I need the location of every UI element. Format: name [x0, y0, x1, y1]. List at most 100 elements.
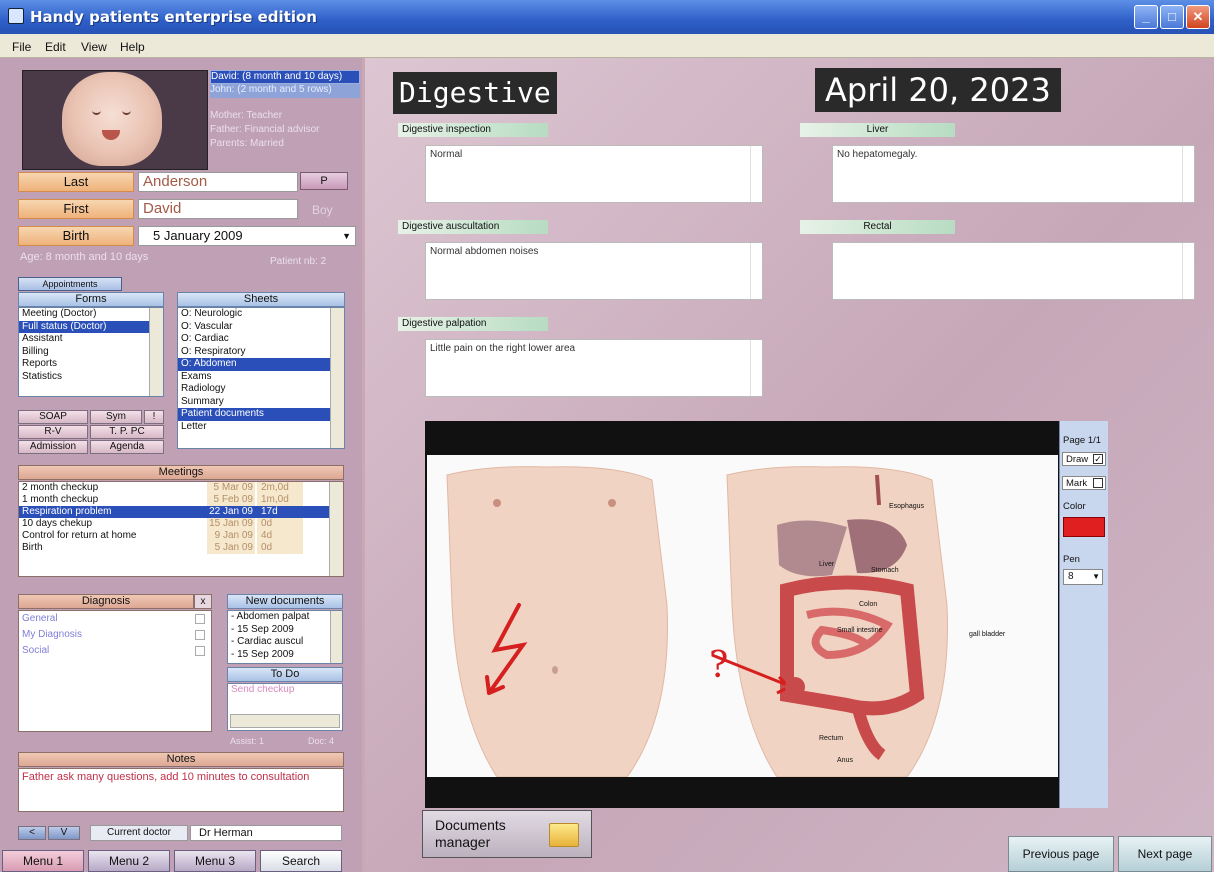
- maximize-icon[interactable]: □: [1160, 5, 1184, 29]
- meeting-row[interactable]: Control for return at home 9 Jan 09 4d: [19, 530, 343, 542]
- sheets-item[interactable]: Patient documents: [178, 408, 344, 421]
- sheets-item[interactable]: O: Respiratory: [178, 346, 344, 359]
- meeting-row[interactable]: Respiration problem 22 Jan 09 17d: [19, 506, 343, 518]
- meetings-list[interactable]: 2 month checkup 5 Mar 09 2m,0d 1 month che…: [18, 481, 344, 577]
- sheets-item[interactable]: Exams: [178, 371, 344, 384]
- mark-toggle[interactable]: Mark: [1062, 476, 1106, 490]
- new-documents-scrollbar[interactable]: [330, 611, 342, 663]
- title-bar: Handy patients enterprise edition _ □ ✕: [0, 0, 1214, 34]
- alert-button[interactable]: !: [144, 410, 164, 424]
- agenda-button[interactable]: Agenda: [90, 440, 164, 454]
- forms-item[interactable]: Billing: [19, 346, 163, 359]
- forms-item[interactable]: Statistics: [19, 371, 163, 384]
- new-document-item[interactable]: - Cardiac auscul: [228, 636, 342, 649]
- family-david[interactable]: David: (8 month and 10 days): [210, 70, 360, 84]
- menu-1-tab[interactable]: Menu 1: [2, 850, 84, 872]
- previous-page-button[interactable]: Previous page: [1008, 836, 1114, 872]
- next-page-button[interactable]: Next page: [1118, 836, 1212, 872]
- meeting-row[interactable]: 10 days chekup 15 Jan 09 0d: [19, 518, 343, 530]
- menu-view[interactable]: View: [81, 40, 107, 54]
- menu-2-tab[interactable]: Menu 2: [88, 850, 170, 872]
- rv-button[interactable]: R-V: [18, 425, 88, 439]
- close-icon[interactable]: ✕: [1186, 5, 1210, 29]
- diagnosis-checkbox[interactable]: [195, 614, 205, 624]
- todo-item[interactable]: Send checkup: [228, 684, 342, 697]
- soap-button[interactable]: SOAP: [18, 410, 88, 424]
- menu-3-tab[interactable]: Menu 3: [174, 850, 256, 872]
- chevron-down-icon[interactable]: ▼: [342, 227, 351, 245]
- menu-file[interactable]: File: [12, 40, 31, 54]
- pen-label: Pen: [1063, 554, 1080, 565]
- diagnosis-checkbox[interactable]: [195, 630, 205, 640]
- new-documents-list[interactable]: - Abdomen palpat - 15 Sep 2009 - Cardiac…: [227, 610, 343, 664]
- documents-manager-button[interactable]: Documents manager: [422, 810, 592, 858]
- current-doctor-value[interactable]: Dr Herman: [190, 825, 342, 841]
- draw-checkbox[interactable]: ✓: [1093, 454, 1103, 464]
- forms-item[interactable]: Assistant: [19, 333, 163, 346]
- notes-text[interactable]: Father ask many questions, add 10 minute…: [18, 768, 344, 812]
- sheets-item[interactable]: Summary: [178, 396, 344, 409]
- digestive-palpation-input[interactable]: Little pain on the right lower area: [425, 339, 763, 397]
- sheets-item[interactable]: O: Cardiac: [178, 333, 344, 346]
- label-rectum: Rectum: [819, 735, 844, 742]
- doc-count: Doc: 4: [308, 736, 335, 746]
- forms-item[interactable]: Reports: [19, 358, 163, 371]
- liver-input[interactable]: No hepatomegaly.: [832, 145, 1195, 203]
- todo-list[interactable]: Send checkup: [227, 683, 343, 731]
- rectal-input[interactable]: [832, 242, 1195, 300]
- forms-header: Forms: [18, 292, 164, 307]
- meetings-scrollbar[interactable]: [329, 482, 343, 576]
- sheets-item[interactable]: O: Abdomen: [178, 358, 344, 371]
- mark-checkbox[interactable]: [1093, 478, 1103, 488]
- search-tab[interactable]: Search: [260, 850, 342, 872]
- minimize-icon[interactable]: _: [1134, 5, 1158, 29]
- sheets-list[interactable]: O: Neurologic O: Vascular O: Cardiac O: …: [177, 307, 345, 449]
- pen-size-select[interactable]: 8 ▼: [1063, 569, 1103, 585]
- family-john[interactable]: John: (2 month and 5 rows): [210, 84, 360, 98]
- digestive-inspection-input[interactable]: Normal: [425, 145, 763, 203]
- chevron-down-icon[interactable]: ▼: [1092, 570, 1100, 584]
- tppc-button[interactable]: T. P. PC: [90, 425, 164, 439]
- menu-edit[interactable]: Edit: [45, 40, 66, 54]
- documents-manager-label: Documents manager: [435, 817, 506, 850]
- diagnosis-item[interactable]: My Diagnosis: [19, 627, 211, 643]
- diagnosis-list[interactable]: General My Diagnosis Social: [18, 610, 212, 732]
- forms-list[interactable]: Meeting (Doctor) Full status (Doctor) As…: [18, 307, 164, 397]
- doctor-select-button[interactable]: V: [48, 826, 80, 840]
- sheets-item[interactable]: Radiology: [178, 383, 344, 396]
- diagnosis-checkbox[interactable]: [195, 646, 205, 656]
- sheets-item[interactable]: O: Vascular: [178, 321, 344, 334]
- meeting-row[interactable]: Birth 5 Jan 09 0d: [19, 542, 343, 554]
- sheets-item[interactable]: Letter: [178, 421, 344, 434]
- first-name-label: First: [18, 199, 134, 219]
- meeting-row[interactable]: 2 month checkup 5 Mar 09 2m,0d: [19, 482, 343, 494]
- forms-scrollbar[interactable]: [149, 308, 163, 396]
- last-name-label: Last: [18, 172, 134, 192]
- p-button[interactable]: P: [300, 172, 348, 190]
- appointments-button[interactable]: Appointments: [18, 277, 122, 291]
- sym-button[interactable]: Sym: [90, 410, 142, 424]
- menu-help[interactable]: Help: [120, 40, 145, 54]
- meeting-row[interactable]: 1 month checkup 5 Feb 09 1m,0d: [19, 494, 343, 506]
- admission-button[interactable]: Admission: [18, 440, 88, 454]
- forms-item[interactable]: Full status (Doctor): [19, 320, 163, 333]
- sheets-item[interactable]: O: Neurologic: [178, 308, 344, 321]
- diagnosis-close-icon[interactable]: x: [194, 594, 212, 609]
- doctor-prev-button[interactable]: <: [18, 826, 46, 840]
- color-swatch[interactable]: [1063, 517, 1105, 537]
- draw-toggle[interactable]: Draw ✓: [1062, 452, 1106, 466]
- diagnosis-item[interactable]: Social: [19, 643, 211, 659]
- birth-date-select[interactable]: 5 January 2009 ▼: [138, 226, 356, 246]
- digestive-auscultation-input[interactable]: Normal abdomen noises: [425, 242, 763, 300]
- last-name-field[interactable]: Anderson: [138, 172, 298, 192]
- sheets-scrollbar[interactable]: [330, 308, 344, 448]
- diagnosis-item[interactable]: General: [19, 611, 211, 627]
- new-document-item[interactable]: - Abdomen palpat: [228, 611, 342, 624]
- forms-item[interactable]: Meeting (Doctor): [19, 308, 163, 321]
- window-title: Handy patients enterprise edition: [30, 8, 317, 26]
- drawing-canvas[interactable]: ? Esophagus Liver Stomach Colon Small in…: [427, 455, 1058, 778]
- new-document-item[interactable]: - 15 Sep 2009: [228, 624, 342, 637]
- new-document-item[interactable]: - 15 Sep 2009: [228, 649, 342, 662]
- first-name-field[interactable]: David: [138, 199, 298, 219]
- todo-horizontal-scrollbar[interactable]: [230, 714, 340, 728]
